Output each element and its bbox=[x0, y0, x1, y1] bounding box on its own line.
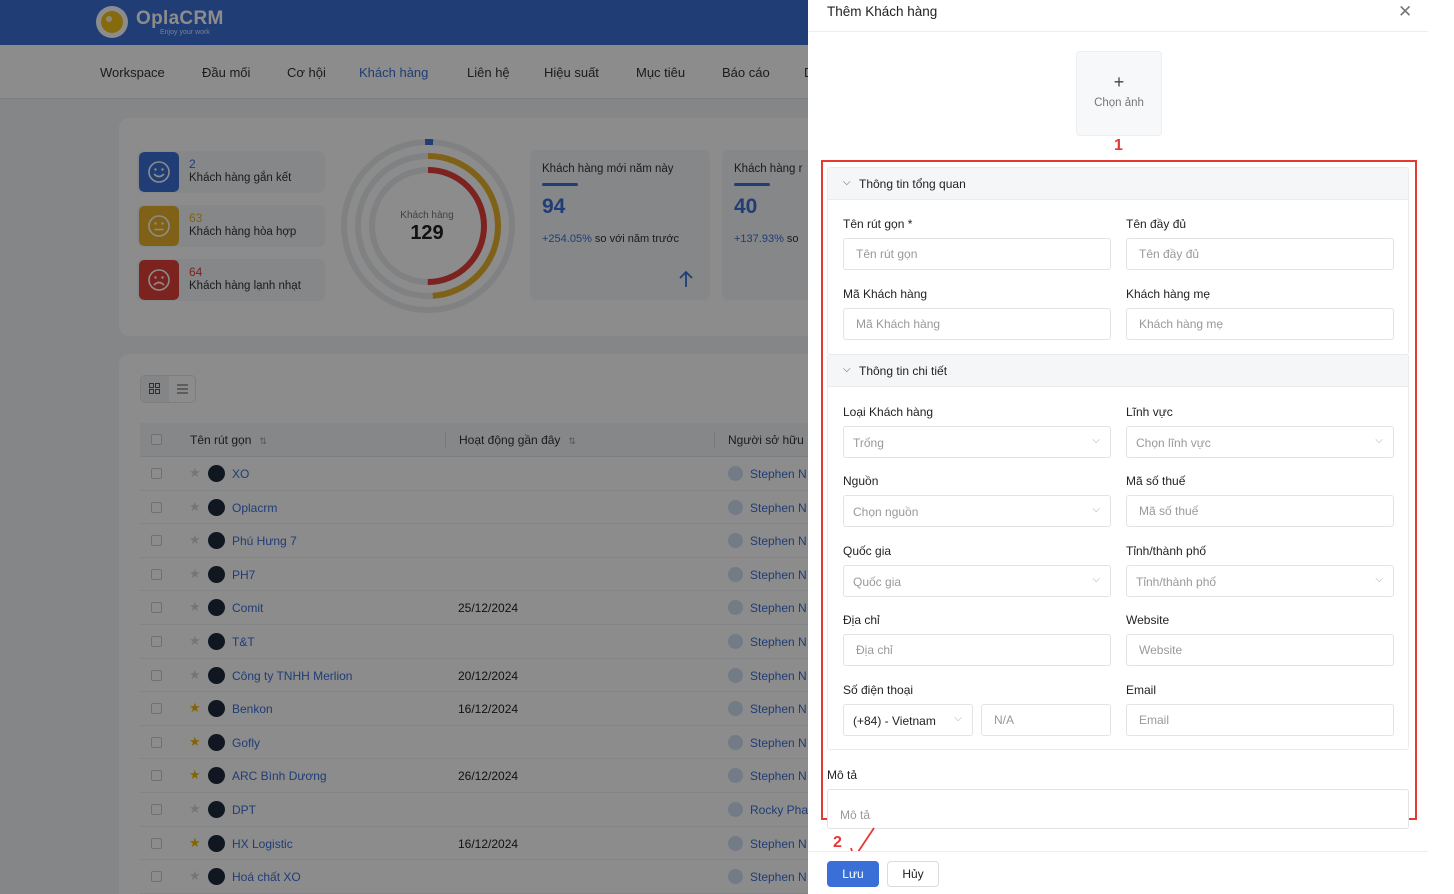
customer-type-value: Trống bbox=[853, 436, 884, 450]
chevron-down-icon: ⌵ bbox=[1092, 435, 1100, 446]
city-select[interactable]: Tỉnh/thành phố ⌵ bbox=[1126, 565, 1394, 597]
customer-type-label: Loại Khách hàng bbox=[843, 405, 934, 419]
phone-country-code-value: (+84) - Vietnam bbox=[853, 714, 936, 728]
source-select[interactable]: Chọn nguồn ⌵ bbox=[843, 495, 1111, 527]
chevron-down-icon: ⌵ bbox=[1092, 504, 1100, 515]
email-label: Email bbox=[1126, 683, 1157, 697]
annotation-number-1: 1 bbox=[1114, 137, 1123, 154]
website-label: Website bbox=[1126, 613, 1170, 627]
section-overview-header[interactable]: ⌵ Thông tin tổng quan bbox=[828, 168, 1408, 200]
industry-value: Chọn lĩnh vực bbox=[1136, 436, 1211, 450]
phone-label: Số điện thoại bbox=[843, 683, 914, 697]
website-input[interactable] bbox=[1126, 634, 1394, 666]
annotation-number-2: 2 bbox=[833, 834, 842, 851]
customer-code-input[interactable] bbox=[843, 308, 1111, 340]
add-customer-drawer: Thêm Khách hàng ✕ + Chọn ảnh 1 ⌵ Thông t… bbox=[808, 0, 1454, 894]
tax-code-input[interactable] bbox=[1126, 495, 1394, 527]
upload-image-label: Chọn ảnh bbox=[1094, 97, 1144, 109]
chevron-down-icon: ⌵ bbox=[1375, 435, 1383, 446]
chevron-down-icon: ⌵ bbox=[843, 177, 851, 188]
short-name-input[interactable] bbox=[843, 238, 1111, 270]
short-name-label: Tên rút gọn * bbox=[843, 217, 913, 231]
chevron-down-icon: ⌵ bbox=[1375, 574, 1383, 585]
parent-customer-input[interactable] bbox=[1126, 308, 1394, 340]
country-select[interactable]: Quốc gia ⌵ bbox=[843, 565, 1111, 597]
email-input[interactable] bbox=[1126, 704, 1394, 736]
save-button[interactable]: Lưu bbox=[827, 861, 879, 887]
close-icon[interactable]: ✕ bbox=[1398, 2, 1412, 22]
source-label: Nguồn bbox=[843, 474, 879, 488]
phone-number-input[interactable] bbox=[981, 704, 1111, 736]
city-value: Tỉnh/thành phố bbox=[1136, 575, 1217, 589]
parent-customer-label: Khách hàng mẹ bbox=[1126, 287, 1211, 301]
industry-select[interactable]: Chọn lĩnh vực ⌵ bbox=[1126, 426, 1394, 458]
country-value: Quốc gia bbox=[853, 575, 902, 589]
full-name-label: Tên đầy đủ bbox=[1126, 217, 1187, 231]
industry-label: Lĩnh vực bbox=[1126, 405, 1173, 419]
country-label: Quốc gia bbox=[843, 544, 892, 558]
section-detail-title: Thông tin chi tiết bbox=[859, 364, 948, 378]
section-detail-header[interactable]: ⌵ Thông tin chi tiết bbox=[828, 355, 1408, 387]
drawer-title: Thêm Khách hàng bbox=[827, 4, 938, 19]
drawer-footer: Lưu Hủy bbox=[808, 851, 1428, 894]
tax-code-label: Mã số thuế bbox=[1126, 474, 1186, 488]
customer-code-label: Mã Khách hàng bbox=[843, 287, 928, 301]
full-name-input[interactable] bbox=[1126, 238, 1394, 270]
description-label: Mô tả bbox=[827, 768, 858, 782]
chevron-down-icon: ⌵ bbox=[954, 713, 962, 724]
plus-icon: + bbox=[1113, 72, 1125, 92]
address-input[interactable] bbox=[843, 634, 1111, 666]
cancel-button[interactable]: Hủy bbox=[887, 861, 939, 887]
address-label: Địa chỉ bbox=[843, 613, 880, 627]
section-overview-title: Thông tin tổng quan bbox=[859, 177, 966, 191]
description-input[interactable] bbox=[827, 789, 1409, 829]
chevron-down-icon: ⌵ bbox=[843, 364, 851, 375]
phone-country-code-select[interactable]: (+84) - Vietnam ⌵ bbox=[843, 704, 973, 736]
customer-type-select[interactable]: Trống ⌵ bbox=[843, 426, 1111, 458]
drawer-header: Thêm Khách hàng ✕ bbox=[808, 0, 1428, 32]
modal-overlay[interactable] bbox=[0, 0, 808, 894]
chevron-down-icon: ⌵ bbox=[1092, 574, 1100, 585]
city-label: Tỉnh/thành phố bbox=[1126, 544, 1207, 558]
drawer-scrollbar[interactable] bbox=[1428, 32, 1454, 894]
upload-image-button[interactable]: + Chọn ảnh bbox=[1076, 51, 1162, 136]
source-value: Chọn nguồn bbox=[853, 505, 919, 519]
